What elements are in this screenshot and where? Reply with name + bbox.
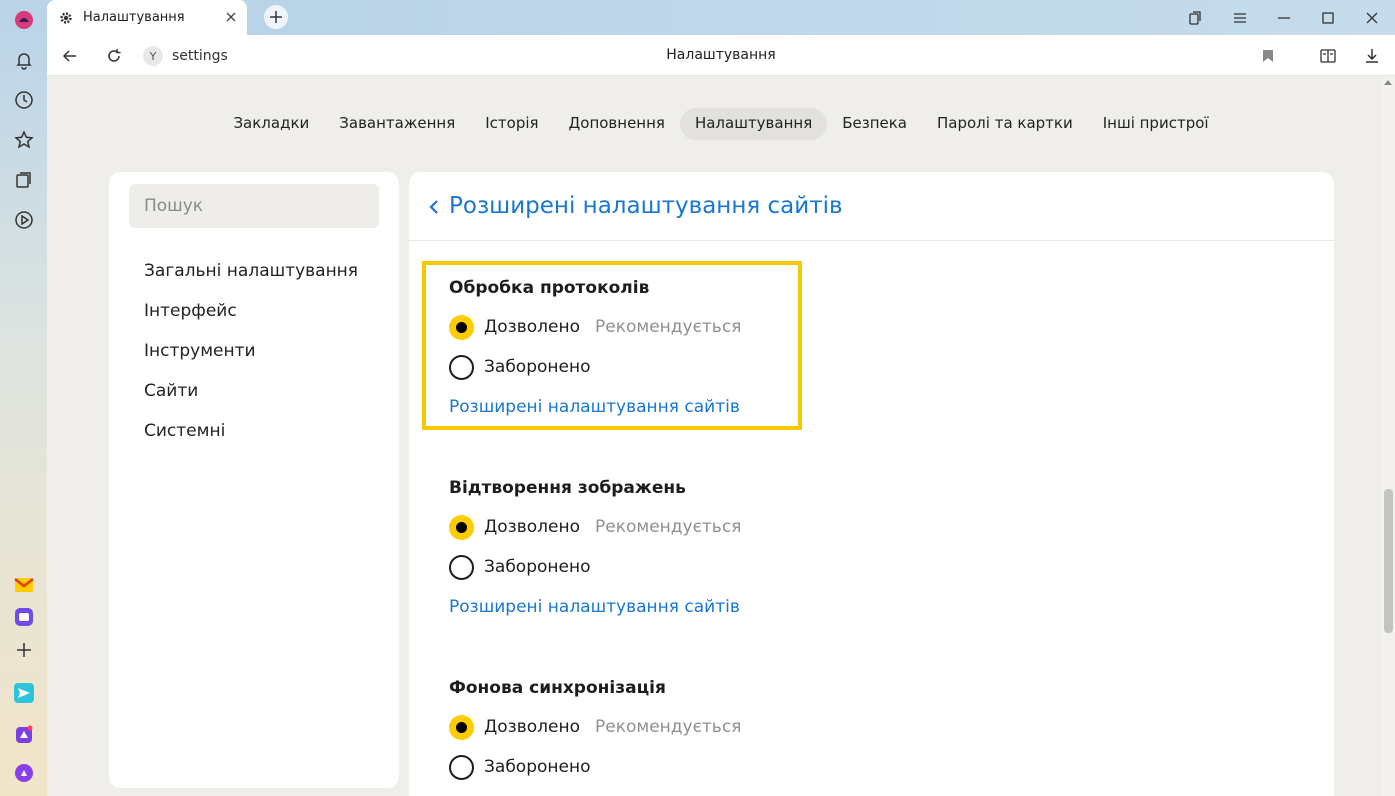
advanced-site-settings-link[interactable]: Розширені налаштування сайтів xyxy=(449,397,740,417)
new-tab-button[interactable] xyxy=(264,5,288,29)
radio-label: Заборонено xyxy=(484,357,591,377)
radio-blocked[interactable]: Заборонено xyxy=(449,354,590,380)
lock-app-icon[interactable] xyxy=(8,719,39,750)
menu-icon[interactable] xyxy=(1229,7,1251,29)
topnav-history[interactable]: Історія xyxy=(470,108,553,140)
reader-icon[interactable] xyxy=(1317,45,1339,67)
radio-label: Дозволено xyxy=(484,317,580,337)
radio-label: Заборонено xyxy=(484,557,591,577)
download-icon[interactable] xyxy=(1361,45,1383,67)
recommended-note: Рекомендується xyxy=(594,317,742,337)
plus-icon xyxy=(270,11,282,23)
radio-blocked[interactable]: Заборонено xyxy=(449,554,590,580)
close-icon[interactable] xyxy=(223,9,239,25)
radio-unselected-icon[interactable] xyxy=(449,554,474,580)
messenger-icon[interactable] xyxy=(8,601,39,632)
radio-label: Дозволено xyxy=(484,517,580,537)
plus-icon[interactable] xyxy=(8,634,39,665)
address-bar: Y settings Налаштування xyxy=(47,35,1395,76)
topnav-downloads[interactable]: Завантаження xyxy=(324,108,470,140)
settings-sidebar: Пошук Загальні налаштування Інтерфейс Ін… xyxy=(109,172,399,788)
topnav-settings[interactable]: Налаштування xyxy=(679,108,828,140)
url-field[interactable]: Y settings xyxy=(143,44,228,68)
browser-sidebar xyxy=(0,0,47,796)
reload-icon[interactable] xyxy=(103,45,125,67)
topnav-bookmarks[interactable]: Закладки xyxy=(218,108,324,140)
mail-icon[interactable] xyxy=(8,569,39,600)
topnav-other-devices[interactable]: Інші пристрої xyxy=(1088,108,1224,140)
radio-selected-icon[interactable] xyxy=(449,314,474,340)
radio-allowed[interactable]: Дозволено Рекомендується xyxy=(449,714,741,740)
section-title: Фонова синхронізація xyxy=(449,678,666,698)
url-text: settings xyxy=(172,48,228,64)
tabs-list-icon[interactable] xyxy=(1184,7,1206,29)
section-title: Відтворення зображень xyxy=(449,478,686,498)
scrollbar[interactable] xyxy=(1382,76,1395,796)
tab-bar: Налаштування xyxy=(47,0,1395,35)
topnav-passwords[interactable]: Паролі та картки xyxy=(922,108,1088,140)
gear-icon xyxy=(60,11,72,24)
bell-icon[interactable] xyxy=(8,44,39,75)
sidebar-item-general[interactable]: Загальні налаштування xyxy=(144,261,358,281)
recommended-note: Рекомендується xyxy=(594,717,742,737)
play-icon[interactable] xyxy=(8,204,39,235)
scrollbar-thumb[interactable] xyxy=(1384,489,1393,633)
radio-unselected-icon[interactable] xyxy=(449,354,474,380)
radio-allowed[interactable]: Дозволено Рекомендується xyxy=(449,314,741,340)
tab-title: Налаштування xyxy=(83,10,185,25)
radio-selected-icon[interactable] xyxy=(449,714,474,740)
topnav-security[interactable]: Безпека xyxy=(827,108,922,140)
chevron-left-icon[interactable] xyxy=(427,197,441,217)
sidebar-item-tools[interactable]: Інструменти xyxy=(144,341,256,361)
sidebar-item-system[interactable]: Системні xyxy=(144,421,225,441)
tab-settings[interactable]: Налаштування xyxy=(47,0,247,35)
advanced-site-settings-link[interactable]: Розширені налаштування сайтів xyxy=(449,597,740,617)
page-title: Налаштування xyxy=(666,47,776,63)
yandex-y-icon: Y xyxy=(143,46,163,66)
sidebar-item-interface[interactable]: Інтерфейс xyxy=(144,301,237,321)
content-title: Розширені налаштування сайтів xyxy=(449,193,843,219)
radio-label: Дозволено xyxy=(484,717,580,737)
alice-icon[interactable] xyxy=(8,757,39,788)
send-icon[interactable] xyxy=(8,677,39,708)
minimize-icon[interactable] xyxy=(1273,7,1295,29)
star-icon[interactable] xyxy=(8,124,39,155)
section-title: Обробка протоколів xyxy=(449,278,650,298)
topnav-extensions[interactable]: Доповнення xyxy=(554,108,680,140)
recommended-note: Рекомендується xyxy=(594,517,742,537)
radio-selected-icon[interactable] xyxy=(449,514,474,540)
back-icon[interactable] xyxy=(59,45,81,67)
radio-label: Заборонено xyxy=(484,757,591,777)
radio-blocked[interactable]: Заборонено xyxy=(449,754,590,780)
scroll-up-arrow-icon[interactable] xyxy=(1384,80,1392,85)
collections-icon[interactable] xyxy=(8,164,39,195)
radio-unselected-icon[interactable] xyxy=(449,754,474,780)
search-input[interactable]: Пошук xyxy=(129,184,379,228)
maximize-icon[interactable] xyxy=(1317,7,1339,29)
settings-top-nav: Закладки Завантаження Історія Доповнення… xyxy=(47,108,1395,140)
content-header: Розширені налаштування сайтів xyxy=(409,172,1334,241)
browser-logo-icon[interactable] xyxy=(8,4,39,35)
history-icon[interactable] xyxy=(8,84,39,115)
sidebar-item-sites[interactable]: Сайти xyxy=(144,381,198,401)
radio-allowed[interactable]: Дозволено Рекомендується xyxy=(449,514,741,540)
bookmark-icon[interactable] xyxy=(1257,45,1279,67)
window-close-icon[interactable] xyxy=(1361,7,1383,29)
